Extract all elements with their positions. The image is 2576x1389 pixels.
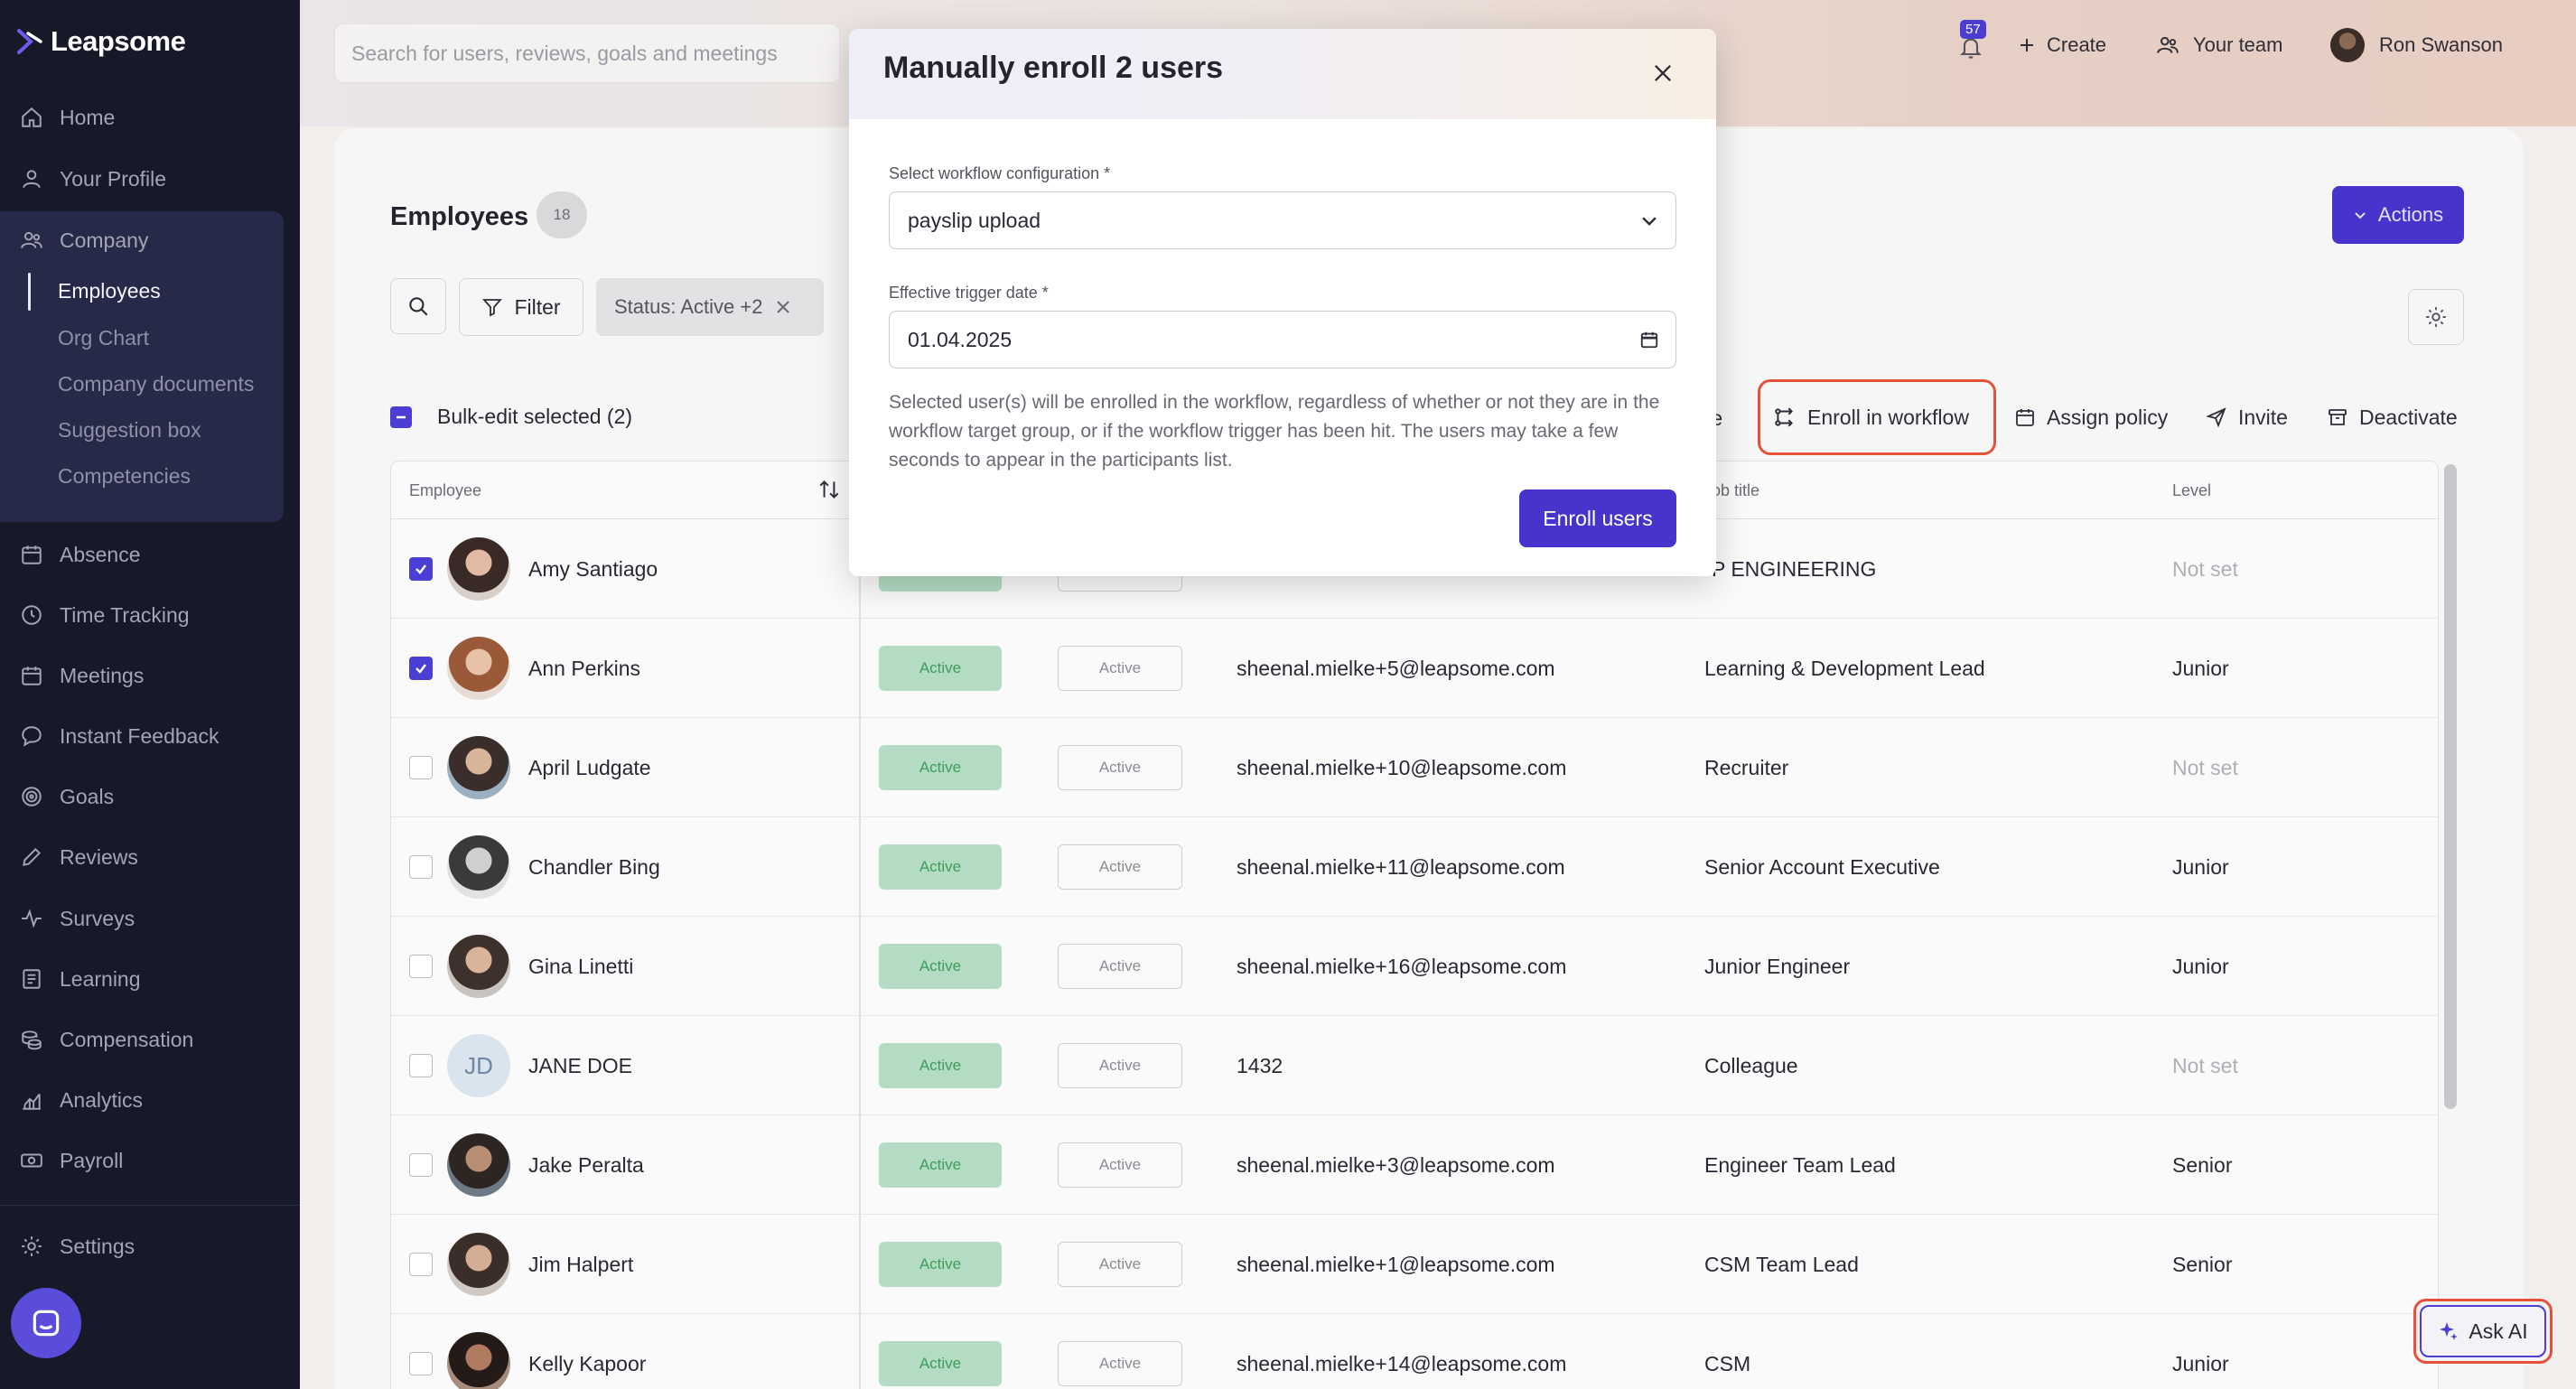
enroll-users-modal: Manually enroll 2 users Select workflow … [849, 29, 1716, 576]
workflow-select-label: Select workflow configuration * [889, 164, 1111, 182]
modal-title: Manually enroll 2 users [883, 51, 1224, 85]
calendar-icon[interactable] [1639, 330, 1659, 350]
trigger-date-label: Effective trigger date * [889, 284, 1049, 302]
trigger-date-input[interactable]: 01.04.2025 [889, 311, 1676, 368]
modal-header: Manually enroll 2 users [849, 29, 1716, 119]
trigger-date-value: 01.04.2025 [908, 327, 1013, 351]
chevron-down-icon [1639, 210, 1659, 230]
enroll-users-button[interactable]: Enroll users [1519, 489, 1676, 547]
close-icon[interactable] [1644, 54, 1682, 92]
enroll-description: Selected user(s) will be enrolled in the… [889, 392, 1660, 471]
workflow-select[interactable]: payslip upload [889, 191, 1676, 249]
workflow-select-value: payslip upload [908, 208, 1041, 232]
